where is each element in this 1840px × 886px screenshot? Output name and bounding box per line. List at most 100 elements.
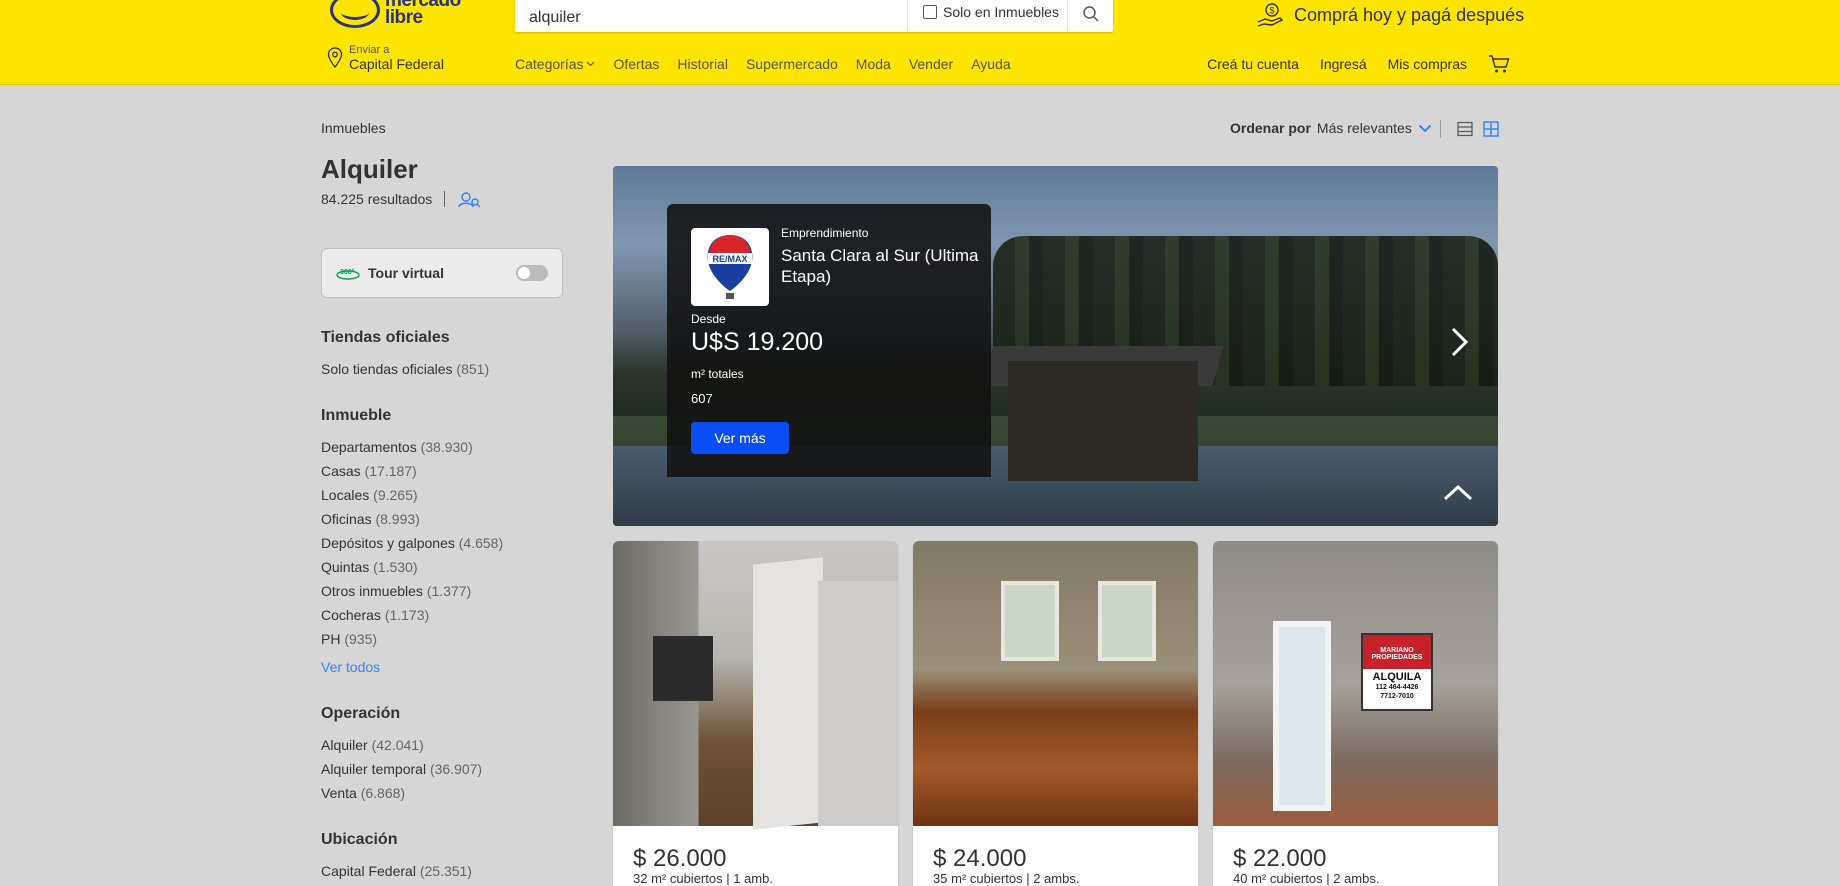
listing-card[interactable]: MARIANO PROPIEDADES ALQUILA 112 464-4426… xyxy=(1213,541,1498,886)
carousel-next-button[interactable] xyxy=(1450,326,1470,363)
360-tour-icon: 360° xyxy=(336,268,360,280)
filter-option[interactable]: Quintas (1.530) xyxy=(321,555,503,579)
filter-ubicacion: Ubicación Capital Federal (25.351) xyxy=(321,831,472,883)
banner-m2-label: m² totales xyxy=(691,367,744,381)
my-purchases-link[interactable]: Mis compras xyxy=(1388,56,1467,72)
filter-option[interactable]: Oficinas (8.993) xyxy=(321,507,503,531)
tour-virtual-filter[interactable]: 360° Tour virtual xyxy=(321,248,563,298)
mercadolibre-logo[interactable]: mercado libre xyxy=(330,0,480,32)
listing-card[interactable]: $ 24.000 35 m² cubiertos | 2 ambs. xyxy=(913,541,1198,886)
solo-inmuebles-checkbox[interactable]: Solo en Inmuebles xyxy=(923,4,1059,20)
filter-title: Ubicación xyxy=(321,831,398,848)
shipping-location[interactable]: Enviar a Capital Federal xyxy=(327,44,444,72)
grid-view-icon[interactable] xyxy=(1483,121,1499,137)
view-toggle xyxy=(1440,120,1499,138)
banner-tag: Emprendimiento xyxy=(781,226,869,240)
filter-option[interactable]: Locales (9.265) xyxy=(321,483,503,507)
nav-categorias[interactable]: Categorías xyxy=(515,56,595,72)
nav-supermercado[interactable]: Supermercado xyxy=(746,56,838,72)
filter-option[interactable]: Solo tiendas oficiales (851) xyxy=(321,357,489,381)
view-divider xyxy=(1440,120,1441,138)
listing-card[interactable]: $ 26.000 32 m² cubiertos | 1 amb. xyxy=(613,541,898,886)
listing-price: $ 26.000 xyxy=(633,845,727,872)
remax-balloon-icon: RE/MAX xyxy=(707,235,753,299)
filter-option[interactable]: Departamentos (38.930) xyxy=(321,435,503,459)
collapse-banner-button[interactable] xyxy=(1442,484,1474,507)
filter-title: Operación xyxy=(321,705,401,722)
filter-option[interactable]: Venta (6.868) xyxy=(321,781,482,805)
listing-price: $ 22.000 xyxy=(1233,845,1327,872)
ver-todos-link[interactable]: Ver todos xyxy=(321,655,503,679)
logo-text-line2: libre xyxy=(385,7,423,28)
filter-tiendas-oficiales: Tiendas oficiales Solo tiendas oficiales… xyxy=(321,329,489,381)
listing-details: 32 m² cubiertos | 1 amb. xyxy=(633,871,773,886)
top-header: mercado libre Solo en Inmuebles $ Comprá… xyxy=(0,0,1840,85)
banner-info-panel: RE/MAX Emprendimiento Santa Clara al Sur… xyxy=(667,204,991,477)
svg-text:RE/MAX: RE/MAX xyxy=(712,254,747,264)
tour-virtual-toggle[interactable] xyxy=(516,265,548,281)
nav-ayuda[interactable]: Ayuda xyxy=(971,56,1010,72)
checkbox-icon[interactable] xyxy=(923,5,937,19)
sort-control[interactable]: Ordenar por Más relevantes xyxy=(1230,120,1432,136)
breadcrumb[interactable]: Inmuebles xyxy=(321,120,386,136)
results-count: 84.225 resultados xyxy=(321,191,433,207)
svg-text:$: $ xyxy=(1270,6,1275,16)
search-divider xyxy=(907,0,908,32)
chevron-down-icon xyxy=(587,61,595,67)
location-value: Capital Federal xyxy=(349,56,444,72)
main-nav: Categorías Ofertas Historial Supermercad… xyxy=(515,56,1011,72)
listing-image[interactable]: MARIANO PROPIEDADES ALQUILA 112 464-4426… xyxy=(1213,541,1498,826)
location-label: Enviar a xyxy=(349,44,390,56)
create-account-link[interactable]: Creá tu cuenta xyxy=(1207,56,1299,72)
nav-vender[interactable]: Vender xyxy=(909,56,953,72)
filter-option[interactable]: PH (935) xyxy=(321,627,503,651)
handshake-logo-icon xyxy=(330,0,380,28)
location-pin-icon xyxy=(327,47,343,69)
filter-option[interactable]: Cocheras (1.173) xyxy=(321,603,503,627)
filter-option[interactable]: Casas (17.187) xyxy=(321,459,503,483)
hand-money-icon: $ xyxy=(1257,3,1284,27)
filter-title: Inmueble xyxy=(321,407,392,424)
search-icon xyxy=(1082,6,1099,22)
listing-image[interactable] xyxy=(913,541,1198,826)
ver-mas-button[interactable]: Ver más xyxy=(691,422,789,454)
login-link[interactable]: Ingresá xyxy=(1320,56,1367,72)
listing-details: 35 m² cubiertos | 2 ambs. xyxy=(933,871,1080,886)
filter-option[interactable]: Capital Federal (25.351) xyxy=(321,859,472,883)
filter-option[interactable]: Otros inmuebles (1.377) xyxy=(321,579,503,603)
save-search-icon[interactable] xyxy=(457,190,481,208)
nav-ofertas[interactable]: Ofertas xyxy=(613,56,659,72)
chevron-right-icon xyxy=(1451,327,1469,357)
listing-image[interactable] xyxy=(613,541,898,830)
filter-inmueble: Inmueble Departamentos (38.930) Casas (1… xyxy=(321,407,503,679)
listing-price: $ 24.000 xyxy=(933,845,1027,872)
featured-banner[interactable]: RE/MAX Emprendimiento Santa Clara al Sur… xyxy=(613,166,1498,526)
filter-option[interactable]: Depósitos y galpones (4.658) xyxy=(321,531,503,555)
sort-label: Ordenar por xyxy=(1230,120,1311,136)
svg-text:360°: 360° xyxy=(340,268,355,276)
chevron-up-icon xyxy=(1443,484,1473,501)
search-button[interactable] xyxy=(1068,0,1113,32)
filter-option[interactable]: Alquiler temporal (36.907) xyxy=(321,757,482,781)
promo-text: Comprá hoy y pagá después xyxy=(1294,4,1525,25)
results-row: 84.225 resultados xyxy=(321,190,481,208)
promo-banner[interactable]: $ Comprá hoy y pagá después xyxy=(1256,0,1524,30)
banner-image-house xyxy=(1008,361,1198,481)
sort-value: Más relevantes xyxy=(1316,120,1412,136)
nav-historial[interactable]: Historial xyxy=(677,56,728,72)
list-view-icon[interactable] xyxy=(1457,121,1473,137)
banner-m2-value: 607 xyxy=(691,391,713,406)
remax-logo: RE/MAX xyxy=(691,228,769,306)
nav-moda[interactable]: Moda xyxy=(856,56,891,72)
filter-option[interactable]: Alquiler (42.041) xyxy=(321,733,482,757)
search-input[interactable] xyxy=(515,0,905,32)
filter-operacion: Operación Alquiler (42.041) Alquiler tem… xyxy=(321,705,482,805)
solo-inmuebles-label: Solo en Inmuebles xyxy=(943,4,1059,20)
banner-price: U$S 19.200 xyxy=(691,328,824,356)
chevron-down-icon xyxy=(1418,124,1432,132)
cart-icon[interactable] xyxy=(1488,54,1510,74)
results-divider xyxy=(444,191,446,207)
account-nav: Creá tu cuenta Ingresá Mis compras xyxy=(1207,54,1510,74)
filter-title: Tiendas oficiales xyxy=(321,329,450,346)
page-title: Alquiler xyxy=(321,154,418,184)
